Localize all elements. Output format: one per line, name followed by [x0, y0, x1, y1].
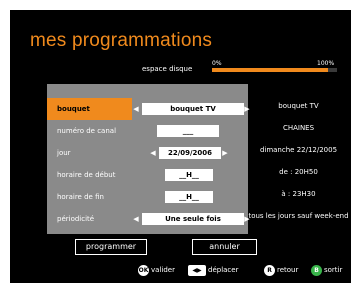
- form-row-day[interactable]: jour ◀ 22/09/2006 ▶: [47, 142, 248, 164]
- exit-label: sortir: [324, 266, 343, 274]
- left-arrow-icon[interactable]: ◀: [132, 213, 140, 225]
- move-label: déplacer: [208, 266, 239, 274]
- left-arrow-icon[interactable]: ◀: [149, 147, 157, 159]
- validate-label: valider: [151, 266, 175, 274]
- legend-validate: OK valider: [138, 262, 175, 278]
- legend-back: Rretour: [264, 262, 298, 278]
- form-row-periodicity[interactable]: périodicité ◀ Une seule fois ▶: [47, 208, 250, 230]
- periodicity-label: périodicité: [57, 215, 95, 223]
- tv-screen: mes programmations espace disque 0% 100%…: [10, 10, 351, 283]
- disk-space-min-label: 0%: [212, 60, 222, 67]
- legend-exit: Bsortir: [311, 262, 342, 278]
- bouquet-label: bouquet: [47, 98, 132, 120]
- legend-move: ◀▶ déplacer: [188, 262, 238, 278]
- ok-key-icon: OK: [138, 264, 149, 276]
- form-row-end-time[interactable]: horaire de fin __H__: [47, 186, 248, 208]
- day-label: jour: [57, 149, 71, 157]
- start-time-label: horaire de début: [57, 171, 116, 179]
- left-arrow-icon[interactable]: ◀: [132, 103, 140, 115]
- disk-space-label: espace disque: [142, 65, 193, 73]
- info-channels: CHAINES: [282, 124, 315, 132]
- start-time-input[interactable]: __H__: [165, 169, 213, 181]
- channel-number-label: numéro de canal: [57, 127, 117, 135]
- cancel-button[interactable]: annuler: [192, 239, 257, 255]
- info-date: dimanche 22/12/2005: [259, 146, 338, 154]
- day-input[interactable]: 22/09/2006: [159, 147, 221, 159]
- r-key-icon: R: [264, 264, 275, 276]
- periodicity-select[interactable]: Une seule fois: [142, 213, 244, 225]
- info-end-time: à : 23H30: [281, 190, 316, 198]
- end-time-label: horaire de fin: [57, 193, 104, 201]
- disk-space-max-label: 100%: [317, 60, 335, 67]
- channel-number-input[interactable]: ___: [157, 125, 219, 137]
- info-periodicity: tous les jours sauf week-end: [248, 212, 349, 220]
- back-label: retour: [277, 266, 299, 274]
- bouquet-select[interactable]: bouquet TV: [142, 103, 244, 115]
- info-bouquet: bouquet TV: [278, 102, 319, 110]
- right-arrow-icon[interactable]: ▶: [221, 147, 229, 159]
- page-title: mes programmations: [30, 30, 213, 51]
- program-button[interactable]: programmer: [75, 239, 147, 255]
- programming-form: bouquet ◀ bouquet TV ▶ numéro de canal _…: [47, 84, 250, 234]
- arrows-key-icon: ◀▶: [188, 264, 206, 276]
- disk-space-bar: [212, 68, 337, 72]
- form-row-channel[interactable]: numéro de canal ___: [47, 120, 248, 142]
- form-row-bouquet[interactable]: bouquet ◀ bouquet TV ▶: [47, 98, 250, 120]
- end-time-input[interactable]: __H__: [165, 191, 213, 203]
- form-row-start-time[interactable]: horaire de début __H__: [47, 164, 248, 186]
- info-start-time: de : 20H50: [279, 168, 318, 176]
- disk-space-fill: [212, 68, 329, 72]
- footer-legend: OK valider ◀▶ déplacer Rretour Bsortir: [10, 262, 351, 278]
- b-key-icon: B: [311, 264, 322, 276]
